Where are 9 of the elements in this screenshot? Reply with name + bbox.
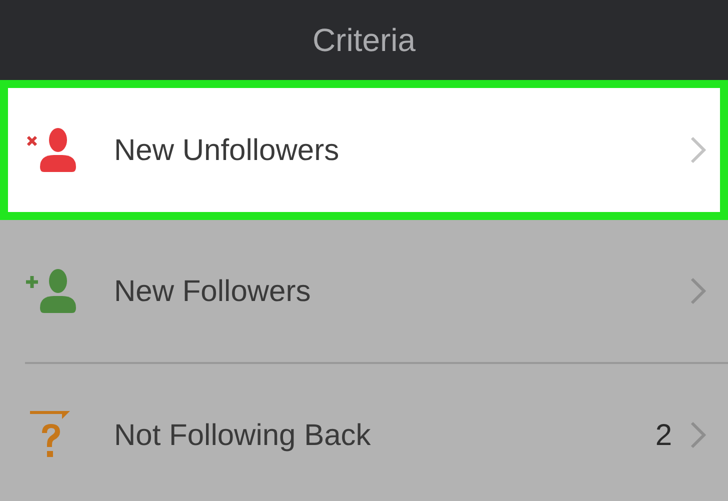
row-label: Not Following Back xyxy=(114,418,372,454)
row-label: New Unfollowers xyxy=(114,132,340,168)
list-row[interactable]: New Unfollowers xyxy=(0,80,728,220)
chevron-right-icon xyxy=(690,136,706,164)
chevron-right-icon xyxy=(690,277,706,305)
row-label: New Followers xyxy=(114,274,312,310)
header-title: Criteria xyxy=(312,21,416,60)
row-count: 2 xyxy=(655,418,672,454)
chevron-right-icon xyxy=(690,421,706,449)
